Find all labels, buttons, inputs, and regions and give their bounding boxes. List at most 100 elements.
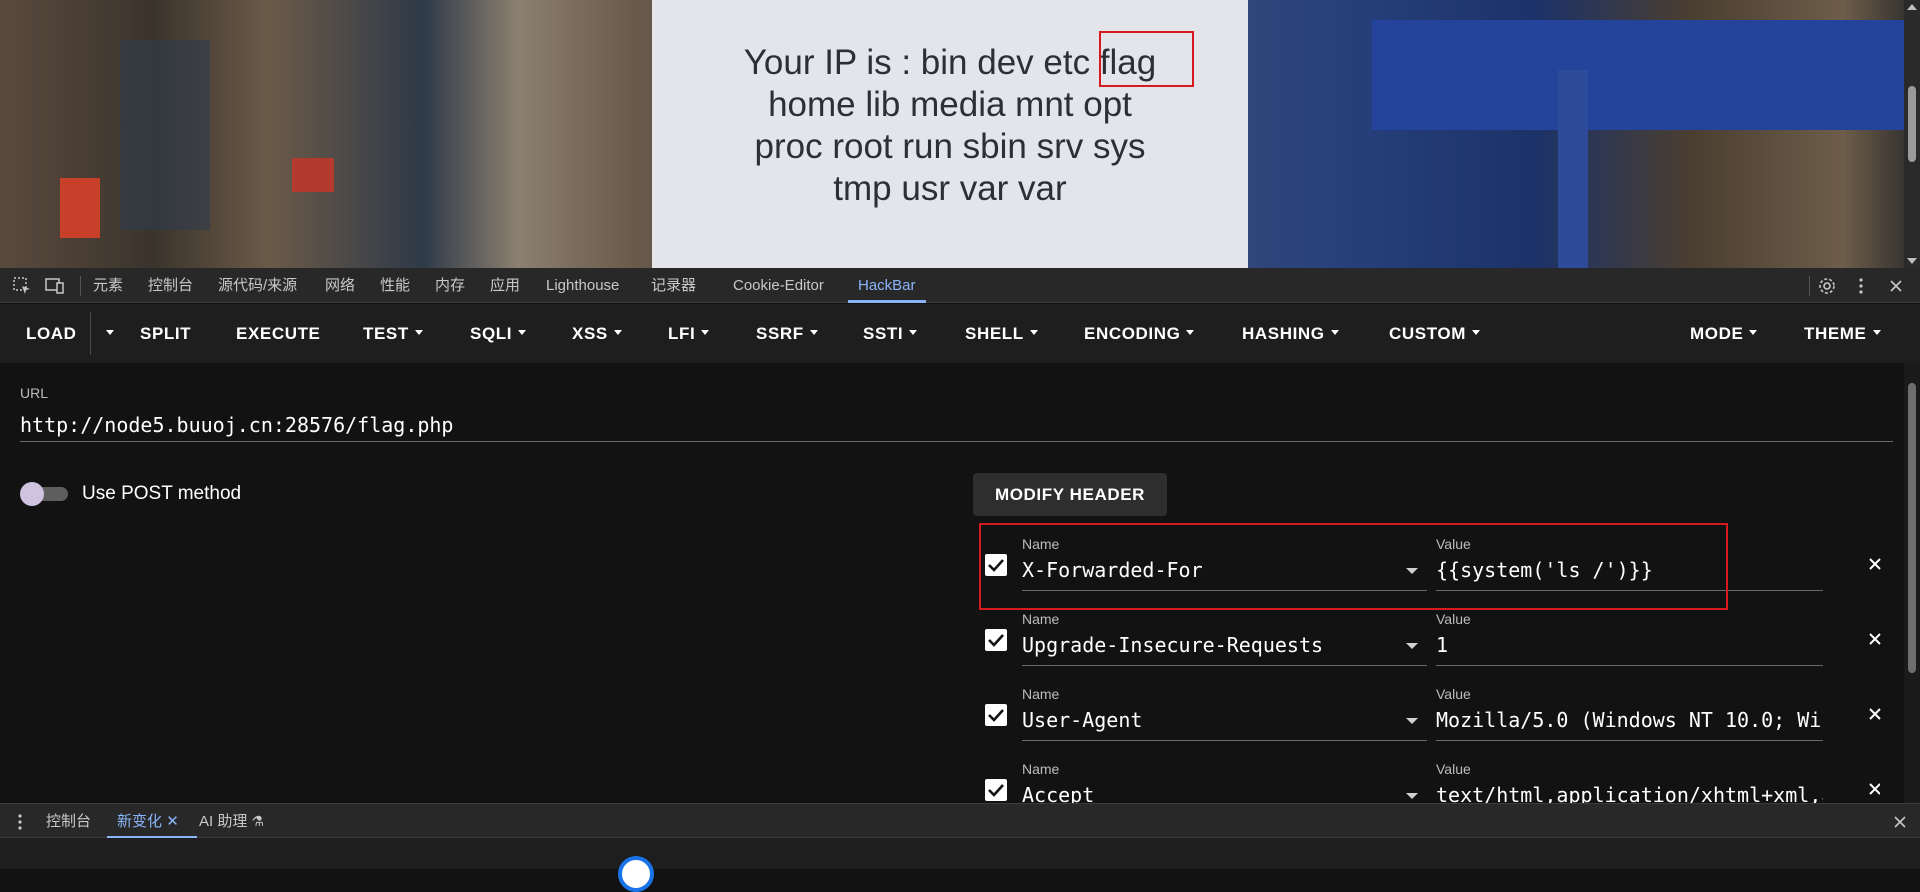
header-highlight-box [979,523,1728,610]
chevron-down-icon [414,330,423,336]
header-value-underline [1436,665,1823,666]
chevron-down-icon[interactable] [1406,643,1418,649]
load-dropdown-button[interactable] [100,304,114,363]
chevron-down-icon [106,330,114,336]
split-button[interactable]: SPLIT [140,304,191,363]
header-name-select[interactable]: User-Agent [1022,708,1427,732]
header-value-label: Value [1436,761,1471,777]
scroll-up-icon[interactable] [1907,4,1917,10]
drawer-tab-console[interactable]: 控制台 [46,804,91,839]
chevron-down-icon [1029,330,1038,336]
header-name-label: Name [1022,611,1060,627]
chevron-down-icon[interactable] [1406,718,1418,724]
url-input[interactable]: http://node5.buuoj.cn:28576/flag.php [20,413,453,437]
tab-memory[interactable]: 内存 [435,268,465,303]
inspect-element-icon[interactable] [12,276,32,296]
tab-cookie-editor[interactable]: Cookie-Editor [733,268,824,303]
drawer-tab-ai-assistant[interactable]: AI 助理 ⚗ [199,804,264,839]
lfi-menu-button[interactable]: LFI [668,304,710,363]
header-value-input[interactable]: Mozilla/5.0 (Windows NT 10.0; Win64; x64… [1436,708,1823,732]
drawer-menu-icon[interactable] [10,812,30,832]
hashing-menu-button[interactable]: HASHING [1242,304,1339,363]
hackbar-toolbar: LOAD SPLIT EXECUTE TEST SQLI XSS LFI SSR… [0,304,1920,363]
remove-header-icon[interactable] [1867,706,1883,722]
sqli-label: SQLI [470,324,513,343]
custom-menu-button[interactable]: CUSTOM [1389,304,1480,363]
drawer-content [0,838,1920,869]
xss-menu-button[interactable]: XSS [572,304,622,363]
checkmark-icon [988,784,1004,797]
ip-line: proc root run sbin srv sys [754,127,1146,166]
tab-performance[interactable]: 性能 [380,268,410,303]
header-value-underline [1436,740,1823,741]
chevron-down-icon [1471,330,1480,336]
background-left-scene [120,40,210,230]
ssti-label: SSTI [863,324,904,343]
header-name-underline [1022,665,1427,666]
tab-hackbar[interactable]: HackBar [848,268,925,303]
chevron-down-icon [518,330,527,336]
theme-menu-button[interactable]: THEME [1804,304,1881,363]
drawer-tabbar: 控制台 新变化 ✕ AI 助理 ⚗ [0,803,1920,839]
sqli-menu-button[interactable]: SQLI [470,304,527,363]
header-row: Name Value Accept text/html,application/… [980,749,1880,803]
encoding-menu-button[interactable]: ENCODING [1084,304,1195,363]
drawer-tab-changes-label: 新变化 [117,813,163,830]
remove-header-icon[interactable] [1867,781,1880,797]
page-scrollbar[interactable] [1904,0,1920,268]
theme-label: THEME [1804,324,1867,343]
header-row: Name Value Upgrade-Insecure-Requests 1 [980,599,1883,674]
lfi-label: LFI [668,324,696,343]
mode-label: MODE [1690,324,1744,343]
load-button[interactable]: LOAD [26,304,77,363]
modify-header-button[interactable]: MODIFY HEADER [973,473,1167,516]
test-label: TEST [363,324,409,343]
header-enabled-checkbox[interactable] [985,779,1007,801]
header-enabled-checkbox[interactable] [985,629,1007,651]
test-menu-button[interactable]: TEST [363,304,423,363]
url-underline [20,441,1893,442]
tab-network[interactable]: 网络 [325,268,355,303]
ssrf-menu-button[interactable]: SSRF [756,304,818,363]
chevron-down-icon[interactable] [1406,793,1418,799]
page-scrollbar-thumb[interactable] [1908,86,1916,162]
custom-label: CUSTOM [1389,324,1466,343]
remove-header-icon[interactable] [1867,556,1883,572]
devtools-tabbar: 元素 控制台 源代码/来源 网络 性能 内存 应用 Lighthouse 记录器… [0,268,1920,303]
hackbar-scrollbar[interactable] [1904,363,1920,803]
post-method-toggle[interactable] [20,482,68,506]
settings-gear-icon[interactable] [1817,276,1837,296]
shell-menu-button[interactable]: SHELL [965,304,1038,363]
header-value-input[interactable]: 1 [1436,633,1823,657]
close-devtools-icon[interactable] [1886,276,1906,296]
remove-header-icon[interactable] [1867,631,1883,647]
tab-sources[interactable]: 源代码/来源 [218,268,297,303]
tab-elements[interactable]: 元素 [93,268,123,303]
header-enabled-checkbox[interactable] [985,704,1007,726]
header-name-underline [1022,740,1427,741]
mode-menu-button[interactable]: MODE [1690,304,1758,363]
scroll-down-icon[interactable] [1907,258,1917,264]
flag-highlight-box [1099,31,1194,87]
flask-icon: ⚗ [251,813,265,829]
tab-application[interactable]: 应用 [490,268,520,303]
execute-button[interactable]: EXECUTE [236,304,321,363]
background-right-banner [1372,20,1912,130]
tab-recorder[interactable]: 记录器 [651,268,696,303]
tab-console[interactable]: 控制台 [148,268,193,303]
chevron-down-icon [809,330,818,336]
header-name-select[interactable]: Upgrade-Insecure-Requests [1022,633,1427,657]
device-toolbar-icon[interactable] [45,276,65,296]
shell-label: SHELL [965,324,1024,343]
hackbar-scrollbar-thumb[interactable] [1908,383,1916,673]
close-drawer-icon[interactable] [1891,813,1909,831]
ssti-menu-button[interactable]: SSTI [863,304,918,363]
header-value-input[interactable]: text/html,application/xhtml+xml,applicat… [1436,783,1823,803]
background-sign [60,178,100,238]
tab-lighthouse[interactable]: Lighthouse [546,268,619,303]
checkmark-icon [988,709,1004,722]
more-options-icon[interactable] [1851,276,1871,296]
drawer-tab-changes[interactable]: 新变化 ✕ [107,804,197,839]
close-tab-icon[interactable]: ✕ [166,813,179,830]
header-name-select[interactable]: Accept [1022,783,1427,803]
